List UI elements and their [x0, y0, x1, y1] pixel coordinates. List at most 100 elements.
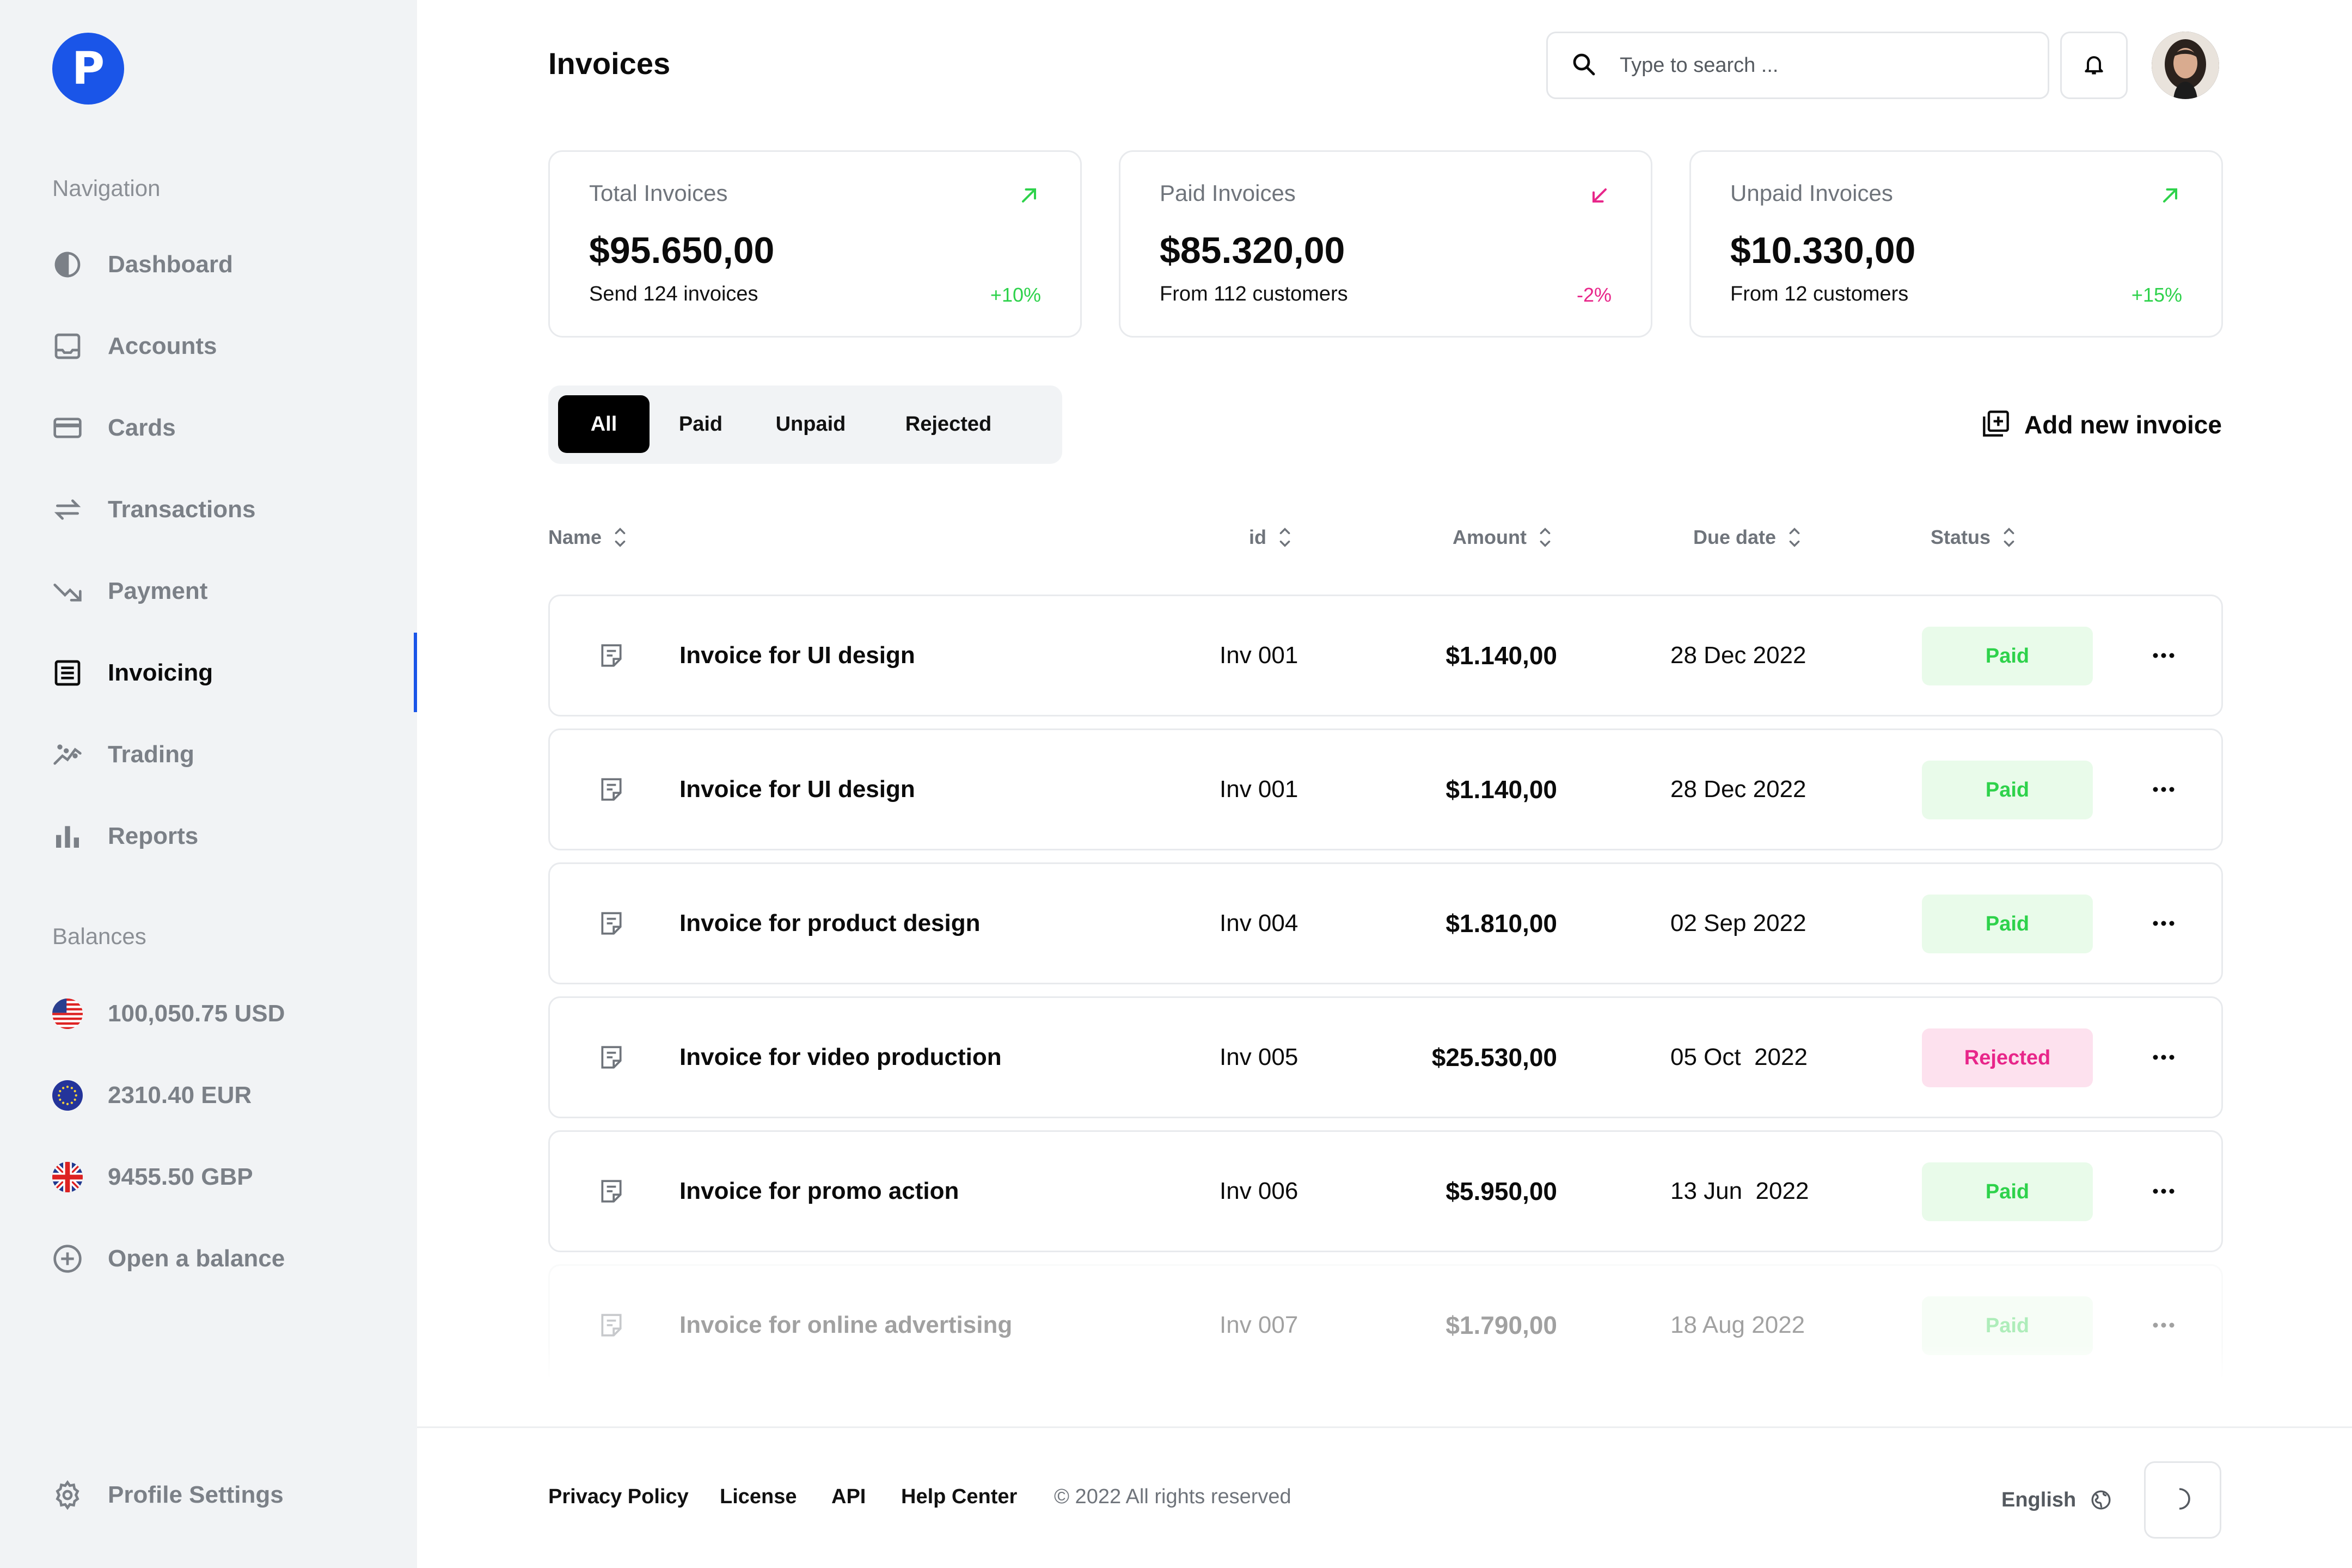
sidebar: P Navigation Dashboard Accounts Cards Tr…: [0, 0, 417, 1568]
invoice-due-date: 28 Dec 2022: [1670, 642, 1806, 669]
open-balance-label: Open a balance: [108, 1245, 285, 1272]
more-options-icon[interactable]: [2137, 1301, 2190, 1350]
sidebar-item-label: Payment: [108, 578, 208, 604]
open-balance-button[interactable]: Open a balance: [52, 1237, 379, 1281]
user-avatar[interactable]: [2152, 32, 2219, 99]
status-badge: Rejected: [1922, 1028, 2093, 1087]
invoice-id: Inv 006: [1220, 1178, 1298, 1204]
invoice-name: Invoice for UI design: [679, 776, 915, 803]
arrow-up-right-icon: [2158, 183, 2182, 207]
column-header-amount[interactable]: Amount: [1453, 523, 1552, 552]
sidebar-item-reports[interactable]: Reports: [52, 814, 379, 858]
invoice-due-date: 13 Jun 2022: [1670, 1178, 1809, 1204]
stat-card-paid: Paid Invoices $85.320,00 From 112 custom…: [1119, 150, 1652, 338]
app-logo[interactable]: P: [52, 33, 124, 105]
more-options-icon[interactable]: [2137, 765, 2190, 814]
search-box[interactable]: [1546, 32, 2049, 99]
theme-toggle-button[interactable]: [2144, 1461, 2221, 1539]
sidebar-item-label: Transactions: [108, 496, 256, 523]
stat-change: +15%: [2131, 284, 2182, 306]
more-options-icon[interactable]: [2137, 899, 2190, 948]
column-label: Amount: [1453, 526, 1527, 548]
sort-icon: [615, 528, 626, 547]
footer-link-api[interactable]: API: [831, 1485, 866, 1509]
navigation-heading: Navigation: [52, 175, 161, 201]
gear-icon: [52, 1480, 83, 1510]
stat-card-total: Total Invoices $95.650,00 Send 124 invoi…: [548, 150, 1082, 338]
stat-label: Total Invoices: [589, 180, 728, 206]
invoice-amount: $1.810,00: [1445, 909, 1557, 938]
tab-unpaid[interactable]: Unpaid: [751, 395, 871, 453]
table-row[interactable]: Invoice for promo action Inv 006 $5.950,…: [548, 1130, 2223, 1252]
invoice-name: Invoice for product design: [679, 910, 981, 936]
more-options-icon[interactable]: [2137, 631, 2190, 680]
plus-circle-icon: [52, 1244, 83, 1274]
search-input[interactable]: [1620, 53, 2012, 77]
notifications-button[interactable]: [2060, 32, 2128, 99]
sidebar-item-invoicing[interactable]: Invoicing: [52, 651, 379, 695]
balance-label: 2310.40 EUR: [108, 1082, 252, 1108]
balance-gbp[interactable]: 9455.50 GBP: [52, 1155, 379, 1199]
invoice-id: Inv 004: [1220, 910, 1298, 936]
invoice-id: Inv 005: [1220, 1044, 1298, 1070]
sidebar-item-label: Trading: [108, 741, 194, 768]
invoice-amount: $1.140,00: [1445, 775, 1557, 804]
balance-label: 9455.50 GBP: [108, 1163, 253, 1190]
table-row[interactable]: Invoice for product design Inv 004 $1.81…: [548, 862, 2223, 984]
add-new-invoice-label: Add new invoice: [2024, 411, 2222, 439]
stat-value: $95.650,00: [589, 230, 775, 271]
invoice-due-date: 28 Dec 2022: [1670, 776, 1806, 803]
sort-icon: [1789, 528, 1800, 547]
stat-label: Unpaid Invoices: [1730, 180, 1893, 206]
document-icon: [598, 1132, 625, 1251]
stat-change: +10%: [990, 284, 1041, 306]
table-row[interactable]: Invoice for video production Inv 005 $25…: [548, 996, 2223, 1118]
stat-subtitle: From 112 customers: [1160, 283, 1348, 305]
more-options-icon[interactable]: [2137, 1033, 2190, 1082]
language-label: English: [2001, 1488, 2077, 1511]
swap-arrows-icon: [52, 494, 83, 525]
balance-eur[interactable]: 2310.40 EUR: [52, 1074, 379, 1117]
footer-link-privacy-policy[interactable]: Privacy Policy: [548, 1485, 689, 1509]
column-header-status[interactable]: Status: [1931, 523, 2016, 552]
add-new-invoice-button[interactable]: Add new invoice: [1982, 407, 2222, 442]
tab-rejected[interactable]: Rejected: [875, 395, 1022, 453]
column-header-due-date[interactable]: Due date: [1693, 523, 1801, 552]
column-label: Name: [548, 526, 602, 548]
footer-link-license[interactable]: License: [720, 1485, 797, 1509]
column-header-id[interactable]: id: [1249, 523, 1291, 552]
invoice-id: Inv 001: [1220, 642, 1298, 669]
invoice-icon: [52, 658, 83, 688]
sidebar-item-transactions[interactable]: Transactions: [52, 488, 379, 531]
stat-change: -2%: [1576, 284, 1612, 306]
profile-settings-button[interactable]: Profile Settings: [52, 1473, 379, 1517]
sidebar-item-label: Accounts: [108, 333, 217, 359]
language-selector[interactable]: English: [2001, 1486, 2112, 1514]
bell-icon: [2082, 52, 2106, 79]
copyright-text: © 2022 All rights reserved: [1054, 1485, 1291, 1508]
balance-usd[interactable]: 100,050.75 USD: [52, 992, 379, 1036]
document-icon: [598, 730, 625, 849]
eu-flag-icon: [52, 1080, 83, 1111]
sidebar-item-cards[interactable]: Cards: [52, 406, 379, 450]
balance-label: 100,050.75 USD: [108, 1000, 285, 1027]
invoice-name: Invoice for video production: [679, 1044, 1002, 1070]
column-label: id: [1249, 526, 1266, 548]
bar-chart-icon: [52, 821, 83, 852]
table-row[interactable]: Invoice for UI design Inv 001 $1.140,00 …: [548, 728, 2223, 850]
column-header-name[interactable]: Name: [548, 523, 627, 552]
sidebar-item-trading[interactable]: Trading: [52, 733, 379, 776]
sidebar-item-payment[interactable]: Payment: [52, 569, 379, 613]
tab-paid[interactable]: Paid: [655, 395, 746, 453]
sidebar-item-dashboard[interactable]: Dashboard: [52, 243, 379, 286]
sidebar-item-accounts[interactable]: Accounts: [52, 324, 379, 368]
invoice-amount: $5.950,00: [1445, 1177, 1557, 1205]
arrow-up-right-icon: [1017, 183, 1041, 207]
footer-divider: [417, 1426, 2352, 1428]
tab-all[interactable]: All: [558, 395, 650, 453]
footer-link-help-center[interactable]: Help Center: [901, 1485, 1017, 1509]
more-options-icon[interactable]: [2137, 1167, 2190, 1216]
status-badge: Paid: [1922, 627, 2093, 685]
table-row[interactable]: Invoice for UI design Inv 001 $1.140,00 …: [548, 595, 2223, 716]
status-badge: Paid: [1922, 895, 2093, 953]
